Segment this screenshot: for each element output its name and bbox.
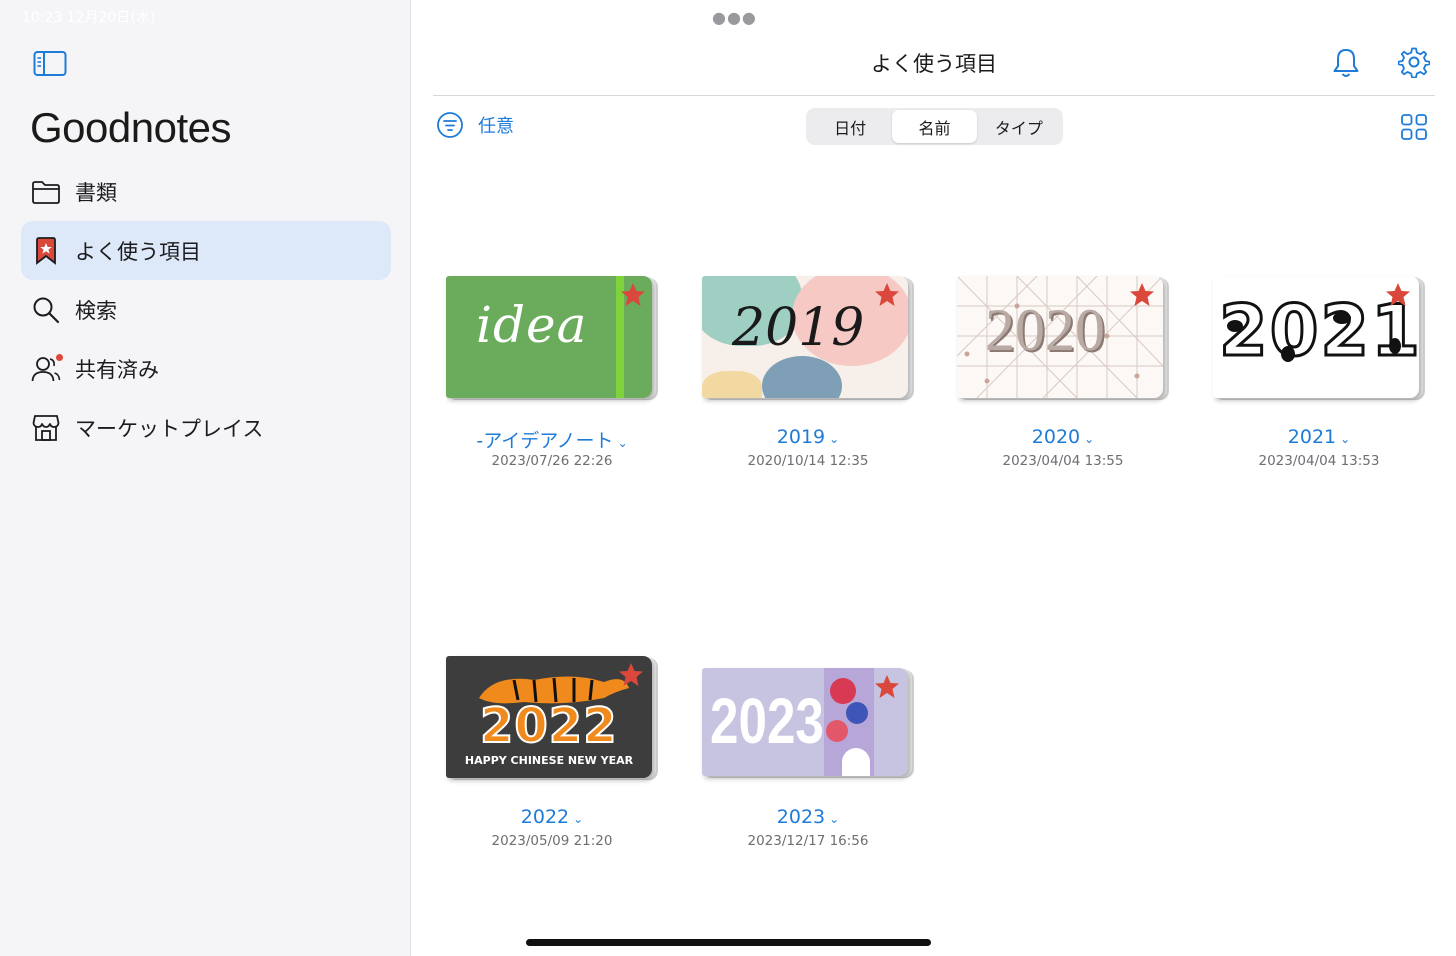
- chevron-down-icon: ⌄: [829, 432, 840, 446]
- notebook-name[interactable]: 2021 ⌄: [1213, 426, 1425, 448]
- filter-label: 任意: [478, 116, 514, 137]
- home-indicator[interactable]: [526, 939, 931, 946]
- chevron-down-icon: ⌄: [829, 812, 840, 826]
- notebook-date: 2023/12/17 16:56: [747, 833, 869, 849]
- cover-title: 2023: [710, 685, 824, 757]
- sort-segmented-control: 日付 名前 タイプ: [806, 108, 1063, 145]
- notebook-cover[interactable]: 2021: [1213, 276, 1419, 398]
- filter-button[interactable]: 任意: [436, 111, 514, 139]
- notebook-cover[interactable]: idea: [446, 276, 652, 398]
- notebook-cover[interactable]: 2023: [702, 668, 908, 776]
- cover-title: idea: [476, 296, 588, 354]
- marketplace-store-icon: [31, 413, 61, 443]
- notebook-name[interactable]: 2022 ⌄: [446, 806, 658, 828]
- sort-tab-type[interactable]: タイプ: [977, 110, 1061, 143]
- sort-tab-name[interactable]: 名前: [892, 110, 977, 143]
- more-options-dots[interactable]: ●●●: [712, 8, 757, 27]
- cover-subtitle: HAPPY CHINESE NEW YEAR: [464, 754, 634, 767]
- notebook-cover[interactable]: 2022 HAPPY CHINESE NEW YEAR: [446, 656, 652, 778]
- folder-icon: [31, 177, 61, 207]
- grid-view-icon[interactable]: [1400, 113, 1428, 141]
- sidebar: 10:23 12月20日(水) Goodnotes 書類 よく使う項目 検索 共…: [0, 0, 411, 956]
- chevron-down-icon: ⌄: [573, 812, 584, 826]
- notebook-name[interactable]: 2019 ⌄: [702, 426, 914, 448]
- notebook-date: 2023/05/09 21:20: [491, 833, 613, 849]
- cover-title: 2019: [732, 298, 865, 358]
- header-divider: [433, 95, 1435, 96]
- sort-tab-date[interactable]: 日付: [808, 110, 892, 143]
- notebook-date: 2023/07/26 22:26: [491, 453, 613, 469]
- notebook-cover[interactable]: 2020: [957, 276, 1163, 398]
- sidebar-item-favorites[interactable]: よく使う項目: [21, 221, 391, 280]
- notification-dot: [56, 353, 63, 361]
- sidebar-item-marketplace[interactable]: マーケットプレイス: [21, 398, 391, 457]
- favorite-star-icon[interactable]: [874, 282, 900, 308]
- sidebar-item-label: よく使う項目: [75, 239, 201, 264]
- notebook-name[interactable]: 2023 ⌄: [702, 806, 914, 828]
- search-icon: [31, 295, 61, 325]
- favorites-bookmark-icon: [31, 236, 61, 266]
- status-bar-time: 10:23 12月20日(水): [22, 10, 156, 26]
- notebook-date: 2023/04/04 13:55: [1002, 453, 1124, 469]
- app-title: Goodnotes: [30, 104, 232, 151]
- sidebar-nav: 書類 よく使う項目 検索 共有済み マーケットプレイス: [21, 162, 391, 457]
- notebook-date: 2020/10/14 12:35: [747, 453, 869, 469]
- filter-icon: [437, 112, 463, 138]
- sidebar-item-shared[interactable]: 共有済み: [21, 339, 391, 398]
- sidebar-item-label: マーケットプレイス: [75, 416, 264, 441]
- shared-people-icon: [31, 353, 63, 384]
- bell-icon[interactable]: [1330, 47, 1362, 79]
- sidebar-item-label: 検索: [75, 298, 117, 323]
- notebook-name[interactable]: 2020 ⌄: [957, 426, 1169, 448]
- cover-title: 2020: [985, 297, 1105, 363]
- notebook-cover[interactable]: 2019: [702, 276, 908, 398]
- sidebar-toggle-icon[interactable]: [33, 50, 67, 78]
- cover-title: 2022: [479, 697, 618, 755]
- sidebar-item-search[interactable]: 検索: [21, 280, 391, 339]
- chevron-down-icon: ⌄: [1084, 432, 1095, 446]
- favorite-star-icon[interactable]: [1129, 282, 1155, 308]
- favorite-star-icon[interactable]: [1385, 282, 1411, 308]
- favorite-star-icon[interactable]: [874, 674, 900, 700]
- sidebar-item-label: 書類: [75, 180, 117, 205]
- notebook-date: 2023/04/04 13:53: [1258, 453, 1380, 469]
- chevron-down-icon: ⌄: [1340, 432, 1351, 446]
- favorite-star-icon[interactable]: [618, 662, 644, 688]
- notebook-name[interactable]: -アイデアノート ⌄: [446, 426, 658, 453]
- sidebar-item-label: 共有済み: [75, 357, 159, 382]
- sidebar-item-documents[interactable]: 書類: [21, 162, 391, 221]
- chevron-down-icon: ⌄: [617, 436, 628, 450]
- favorite-star-icon[interactable]: [620, 282, 646, 308]
- gear-icon[interactable]: [1398, 46, 1430, 78]
- page-title: よく使う項目: [871, 52, 997, 76]
